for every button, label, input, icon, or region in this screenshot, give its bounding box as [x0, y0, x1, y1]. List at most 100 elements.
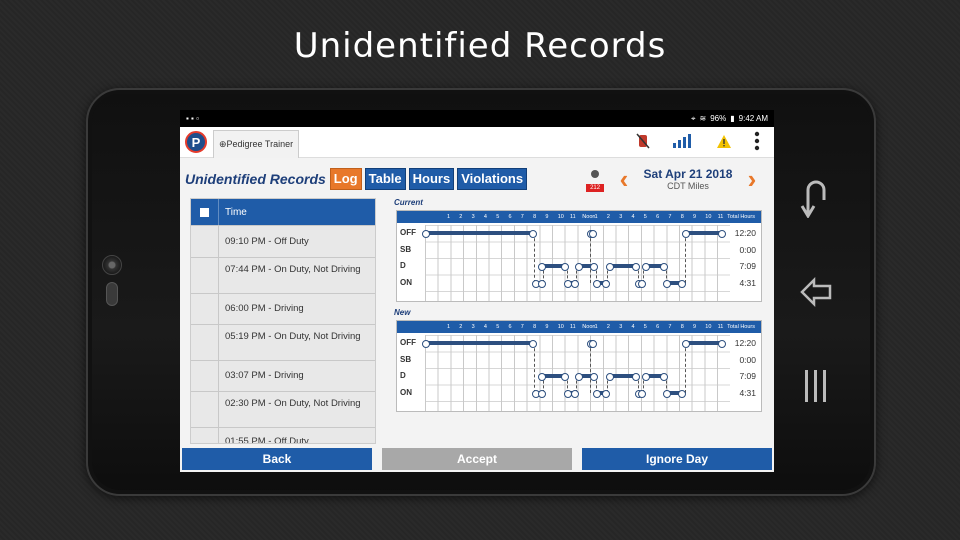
duty-total-hours: 0:00 [739, 354, 756, 365]
camera-icon [102, 255, 122, 275]
current-duty-segment[interactable] [564, 279, 579, 288]
current-duty-segment[interactable] [593, 279, 610, 288]
hour-tick-label: 4 [483, 324, 487, 330]
clock: 9:42 AM [738, 114, 768, 123]
current-duty-segment[interactable] [663, 279, 686, 288]
status-transition-line [590, 233, 591, 283]
new-duty-segment[interactable] [538, 373, 569, 381]
new-duty-segment[interactable] [575, 373, 598, 381]
list-item[interactable]: 02:30 PM - On Duty, Not Driving [191, 391, 375, 427]
duty-total-hours: 4:31 [739, 277, 756, 288]
current-log-graph: 1 2 3 4 5 6 7 8 9 10 11 Noon 1 2 3 4 5 6 7 8 9 10 11 Total Hour… [396, 210, 762, 302]
hour-tick-label: 11 [570, 324, 576, 330]
current-duty-segment[interactable] [575, 263, 598, 271]
current-duty-segment[interactable] [682, 230, 726, 238]
new-duty-segment[interactable] [663, 389, 686, 398]
tab-table[interactable]: Table [364, 167, 406, 190]
row-checkbox[interactable] [191, 361, 219, 391]
user-tab[interactable]: ⊕Pedigree Trainer [213, 129, 300, 158]
tab-violations[interactable]: Violations [457, 167, 528, 190]
hour-tick-label: 2 [459, 214, 463, 220]
hour-tick-label: 9 [693, 324, 697, 330]
current-duty-segment[interactable] [422, 230, 537, 238]
new-duty-segment[interactable] [422, 340, 537, 348]
new-duty-segment[interactable] [642, 373, 668, 381]
current-duty-segment[interactable] [538, 263, 569, 271]
duty-status-label: ON [400, 387, 412, 397]
status-bar: ▪ ▪ ▫ ⌖ ≋ 96% ▮ 9:42 AM [180, 110, 774, 127]
status-transition-line [590, 343, 591, 393]
time-column-header: Time [225, 206, 247, 218]
new-duty-segment[interactable] [606, 373, 640, 381]
chevron-right-icon[interactable]: › [740, 166, 764, 192]
duty-total-hours: 4:31 [739, 387, 756, 398]
current-duty-segment[interactable] [532, 279, 546, 288]
total-hours-label: Total Hours [727, 214, 755, 220]
row-checkbox[interactable] [191, 392, 219, 427]
current-duty-segment[interactable] [642, 263, 668, 271]
slide-title: Unidentified Records [293, 26, 667, 66]
duty-total-hours: 0:00 [739, 244, 756, 255]
alert-count: 212 [586, 183, 605, 192]
hour-tick-label: 4 [483, 214, 487, 220]
hour-tick-label: 4 [631, 214, 635, 220]
alert-badge[interactable]: 212 [586, 166, 605, 192]
warning-icon[interactable] [716, 134, 732, 149]
status-transition-line [534, 233, 535, 283]
hour-tick-label: 6 [656, 324, 660, 330]
location-icon: ⌖ [691, 113, 696, 123]
list-item[interactable]: 09:10 PM - Off Duty [191, 225, 375, 257]
home-nav-icon[interactable] [800, 272, 832, 312]
accept-button[interactable]: Accept [382, 448, 572, 470]
ignore-day-button[interactable]: Ignore Day [582, 448, 772, 470]
hour-tick-label: 4 [631, 324, 635, 330]
tab-log[interactable]: Log [329, 167, 362, 190]
hour-tick-label: 1 [447, 324, 451, 330]
current-duty-segment[interactable] [606, 263, 640, 271]
hour-tick-label: 9 [545, 214, 549, 220]
hour-tick-label: 11 [570, 214, 576, 220]
hour-tick-label: 10 [557, 214, 564, 220]
overflow-menu-icon[interactable] [754, 131, 760, 151]
select-all-checkbox[interactable] [191, 199, 219, 225]
hour-tick-label: 5 [643, 324, 647, 330]
hour-tick-label: 10 [557, 324, 564, 330]
record-text: 01:55 PM - Off Duty [225, 436, 309, 444]
hour-tick-label: Noon [582, 324, 596, 330]
chevron-left-icon[interactable]: ‹ [612, 166, 636, 192]
list-item[interactable]: 05:19 PM - On Duty, Not Driving [191, 324, 375, 360]
duty-total-hours: 12:20 [734, 228, 756, 238]
row-checkbox[interactable] [191, 428, 219, 443]
hour-tick-label: 6 [656, 214, 660, 220]
hour-tick-label: 5 [496, 324, 500, 330]
list-item[interactable]: 07:44 PM - On Duty, Not Driving [191, 257, 375, 293]
row-checkbox[interactable] [191, 258, 219, 293]
records-list: Time 09:10 PM - Off Duty 07:44 PM - On D… [190, 198, 376, 444]
row-checkbox[interactable] [191, 226, 219, 257]
new-duty-segment[interactable] [635, 389, 646, 398]
record-text: 09:10 PM - Off Duty [225, 236, 309, 247]
new-duty-segment[interactable] [593, 389, 610, 398]
duty-status-label: OFF [400, 228, 416, 237]
back-button[interactable]: Back [182, 448, 372, 470]
signal-strength-icon[interactable] [672, 133, 694, 149]
row-checkbox[interactable] [191, 294, 219, 324]
hour-tick-label: 6 [508, 214, 512, 220]
back-nav-icon[interactable] [800, 178, 832, 218]
no-connection-icon[interactable] [636, 133, 650, 149]
new-duty-segment[interactable] [682, 340, 726, 348]
tab-hours[interactable]: Hours [408, 167, 455, 190]
list-item[interactable]: 03:07 PM - Driving [191, 360, 375, 391]
new-duty-segment[interactable] [564, 389, 579, 398]
new-duty-segment[interactable] [532, 389, 546, 398]
hour-tick-label: 2 [606, 324, 610, 330]
recents-nav-icon[interactable] [800, 366, 832, 406]
list-item[interactable]: 06:00 PM - Driving [191, 293, 375, 324]
row-checkbox[interactable] [191, 325, 219, 360]
list-item[interactable]: 01:55 PM - Off Duty [191, 427, 375, 444]
status-transition-line [534, 343, 535, 393]
hour-tick-label: 11 [717, 324, 724, 330]
new-duty-segment[interactable] [587, 340, 597, 348]
current-duty-segment[interactable] [635, 279, 646, 288]
current-duty-segment[interactable] [587, 230, 597, 238]
